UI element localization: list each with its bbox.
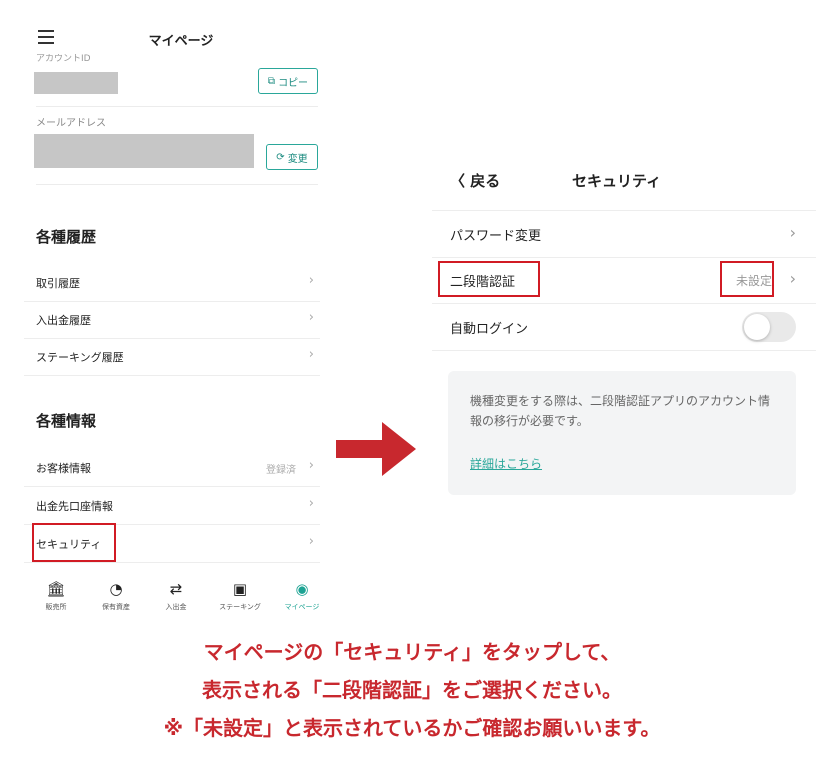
list-item-label: 取引履歴 xyxy=(36,277,80,290)
list-item-label: お客様情報 xyxy=(36,462,91,475)
notice-box: 機種変更をする際は、二段階認証アプリのアカウント情報の移行が必要です。 詳細はこ… xyxy=(448,371,796,495)
bank-icon: 🏛 xyxy=(46,580,66,598)
chevron-right-icon: › xyxy=(789,223,796,242)
list-item-staking-history[interactable]: ステーキング履歴 › xyxy=(24,338,320,376)
chevron-right-icon: › xyxy=(308,273,314,288)
back-label: 戻る xyxy=(470,172,501,190)
auto-login-toggle[interactable] xyxy=(742,312,796,342)
chevron-right-icon: › xyxy=(308,310,314,325)
chevron-right-icon: › xyxy=(308,496,314,511)
list-item-auto-login: 自動ログイン xyxy=(432,304,816,351)
two-factor-highlight-box xyxy=(438,261,540,297)
list-item-customer-info[interactable]: お客様情報 登録済 › xyxy=(24,449,320,487)
chevron-right-icon: › xyxy=(308,347,314,362)
tab-exchange[interactable]: 🏛 販売所 xyxy=(26,580,86,612)
divider xyxy=(36,106,318,107)
tab-label: 保有資産 xyxy=(102,603,130,611)
caption-line-1: マイページの「セキュリティ」をタップして、 xyxy=(203,640,621,664)
tab-staking[interactable]: ▣ ステーキング xyxy=(210,580,270,612)
chevron-right-icon: › xyxy=(308,458,314,473)
list-item-label: 入出金履歴 xyxy=(36,314,91,327)
toggle-knob xyxy=(744,314,770,340)
tab-assets[interactable]: ◔ 保有資産 xyxy=(86,580,146,612)
chevron-right-icon: › xyxy=(789,269,796,288)
security-screen: 〈 戻る セキュリティ パスワード変更 › 二段階認証 未設定 › 自動ログイン… xyxy=(432,160,816,505)
email-label: メールアドレス xyxy=(36,118,106,129)
change-email-button[interactable]: ⟳ 変更 xyxy=(266,144,318,170)
user-icon: ◉ xyxy=(295,580,309,598)
right-arrow-icon xyxy=(336,422,416,476)
unset-highlight-box xyxy=(720,261,774,297)
history-heading: 各種履歴 xyxy=(36,228,97,246)
copy-button[interactable]: ⧉ コピー xyxy=(258,68,318,94)
pie-chart-icon: ◔ xyxy=(109,580,123,598)
details-link[interactable]: 詳細はこちら xyxy=(470,455,542,472)
refresh-icon: ⟳ xyxy=(276,151,285,163)
copy-icon: ⧉ xyxy=(267,75,276,87)
tab-label: マイページ xyxy=(284,603,320,611)
caption-line-2: 表示される「二段階認証」をご選択ください。 xyxy=(202,678,622,702)
tab-mypage[interactable]: ◉ マイページ xyxy=(272,580,332,612)
list-item-label: ステーキング履歴 xyxy=(36,351,124,364)
caption-line-3: ※「未設定」と表示されているかご確認お願いいます。 xyxy=(163,716,661,740)
staking-icon: ▣ xyxy=(232,580,248,598)
back-button[interactable]: 〈 戻る xyxy=(450,170,500,191)
registered-status: 登録済 xyxy=(266,465,296,476)
list-item-bank-account[interactable]: 出金先口座情報 › xyxy=(24,487,320,525)
tab-label: 入出金 xyxy=(165,603,187,611)
notice-text: 機種変更をする際は、二段階認証アプリのアカウント情報の移行が必要です。 xyxy=(470,394,771,428)
email-redacted xyxy=(34,134,254,168)
top-bar: マイページ xyxy=(22,22,340,58)
tab-deposit-withdraw[interactable]: ⇄ 入出金 xyxy=(146,580,206,612)
bottom-tab-bar: 🏛 販売所 ◔ 保有資産 ⇄ 入出金 ▣ ステーキング ◉ マイページ xyxy=(22,580,340,622)
list-item-password-change[interactable]: パスワード変更 › xyxy=(432,210,816,258)
mypage-screen: マイページ アカウントID ⧉ コピー メールアドレス ⟳ 変更 各種履歴 取引… xyxy=(22,0,340,625)
transfer-icon: ⇄ xyxy=(169,580,183,598)
list-item-label: 自動ログイン xyxy=(450,322,529,337)
list-item-label: パスワード変更 xyxy=(450,229,542,244)
list-item-label: 出金先口座情報 xyxy=(36,500,113,513)
list-item-trade-history[interactable]: 取引履歴 › xyxy=(24,264,320,302)
tab-label: 販売所 xyxy=(45,603,67,611)
page-title: セキュリティ xyxy=(572,172,662,190)
chevron-left-icon: 〈 xyxy=(450,172,466,190)
security-highlight-box xyxy=(32,523,116,562)
page-title: マイページ xyxy=(148,34,214,49)
tab-label: ステーキング xyxy=(219,603,261,611)
account-id-label: アカウントID xyxy=(36,54,91,62)
chevron-right-icon: › xyxy=(308,534,314,549)
list-item-deposit-history[interactable]: 入出金履歴 › xyxy=(24,301,320,339)
copy-button-label: コピー xyxy=(278,77,309,89)
change-button-label: 変更 xyxy=(287,153,308,165)
divider xyxy=(36,184,318,185)
account-id-redacted xyxy=(34,72,118,94)
info-heading: 各種情報 xyxy=(36,412,97,430)
